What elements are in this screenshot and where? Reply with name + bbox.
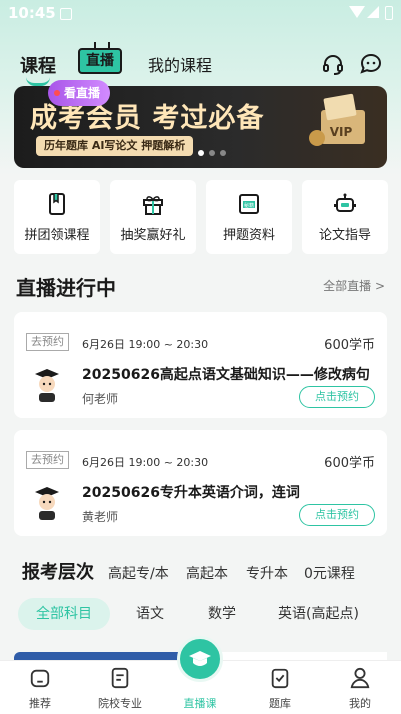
subject-filter: 全部科目 语文 数学 英语(高起点) xyxy=(18,598,388,632)
tabbar-mine[interactable]: 我的 xyxy=(320,661,400,714)
message-icon[interactable] xyxy=(359,52,383,76)
tabbar-question-bank[interactable]: 题库 xyxy=(240,661,320,714)
subject-math[interactable]: 数学 xyxy=(208,598,236,630)
clipboard-check-icon xyxy=(271,668,289,689)
quick-entry-exam-materials[interactable]: 秘籍 押题资料 xyxy=(206,180,292,254)
top-nav: 课程 直播 我的课程 xyxy=(0,44,401,86)
level-option[interactable]: 专升本 xyxy=(246,563,288,583)
teacher-avatar-icon xyxy=(35,369,59,402)
quick-entry-label: 抽奖赢好礼 xyxy=(120,228,186,243)
tabbar-label: 院校专业 xyxy=(98,697,142,710)
sim-icon xyxy=(60,8,72,20)
subject-english[interactable]: 英语(高起点) xyxy=(278,598,359,630)
tab-my-courses[interactable]: 我的课程 xyxy=(148,52,212,76)
watch-live-badge[interactable]: 看直播 xyxy=(48,80,111,106)
tab-course[interactable]: 课程 xyxy=(20,52,56,86)
book-button[interactable]: 点击预约 xyxy=(299,504,375,526)
subject-chinese[interactable]: 语文 xyxy=(136,598,164,630)
document-icon: 秘籍 xyxy=(239,194,259,214)
levels-title: 报考层次 xyxy=(22,562,94,583)
banner-pagination xyxy=(198,141,231,160)
book-icon xyxy=(49,193,65,215)
robot-icon xyxy=(334,193,356,212)
book-button[interactable]: 点击预约 xyxy=(299,386,375,408)
all-live-link[interactable]: 全部直播 > xyxy=(323,277,385,294)
vip-text: VIP xyxy=(330,125,353,139)
home-icon xyxy=(30,669,50,688)
level-option[interactable]: 高起本 xyxy=(186,563,228,583)
headset-icon[interactable] xyxy=(321,52,345,76)
level-option[interactable]: 0元课程 xyxy=(304,563,355,583)
live-time: 6月26日 19:00 ~ 20:30 xyxy=(82,338,209,351)
live-course-fab[interactable] xyxy=(177,636,223,682)
subject-all[interactable]: 全部科目 xyxy=(18,598,110,630)
tabbar-label: 题库 xyxy=(269,697,291,710)
reserve-tag: 去预约 xyxy=(26,333,69,351)
live-title: 20250626高起点语文基础知识——修改病句 xyxy=(82,367,370,383)
status-bar: 10:45 xyxy=(0,0,401,28)
school-icon xyxy=(111,667,129,689)
quick-entry-label: 拼团领课程 xyxy=(24,228,90,243)
reserve-tag: 去预约 xyxy=(26,451,69,469)
live-teacher: 何老师 xyxy=(82,392,119,406)
tabbar-label: 直播课 xyxy=(183,697,217,710)
live-time: 6月26日 19:00 ~ 20:30 xyxy=(82,456,209,469)
level-option[interactable]: 高起专/本 xyxy=(108,563,169,583)
graduation-cap-icon xyxy=(189,651,211,666)
live-card[interactable]: 去预约 6月26日 19:00 ~ 20:30 600学币 20250626高起… xyxy=(14,312,387,418)
tabbar-recommend[interactable]: 推荐 xyxy=(0,661,80,714)
banner-subline: 历年题库 AI写论文 押题解析 xyxy=(36,136,194,156)
pagination-dot xyxy=(220,150,226,156)
user-icon xyxy=(350,667,370,689)
document-icon-text: 秘籍 xyxy=(244,202,254,209)
status-time: 10:45 xyxy=(8,4,56,22)
pagination-dot xyxy=(209,150,215,156)
tab-live[interactable]: 直播 xyxy=(78,48,122,74)
quick-entry-group-course[interactable]: 拼团领课程 xyxy=(14,180,100,254)
tabbar-label: 推荐 xyxy=(29,697,51,710)
battery-icon xyxy=(385,6,393,20)
wifi-icon xyxy=(349,6,365,18)
live-card[interactable]: 去预约 6月26日 19:00 ~ 20:30 600学币 20250626专升… xyxy=(14,430,387,536)
live-section-title: 直播进行中 xyxy=(16,276,116,300)
quick-entry-thesis[interactable]: 论文指导 xyxy=(302,180,388,254)
quick-entry-lottery[interactable]: 抽奖赢好礼 xyxy=(110,180,196,254)
live-teacher: 黄老师 xyxy=(82,510,119,524)
live-price: 600学币 xyxy=(324,338,375,353)
signal-icon xyxy=(367,6,379,18)
gift-icon xyxy=(143,196,163,215)
vip-box-icon: VIP xyxy=(309,93,365,146)
quick-entry-label: 论文指导 xyxy=(318,228,371,243)
pagination-dot xyxy=(198,150,204,156)
live-title: 20250626专升本英语介词，连词 xyxy=(82,485,300,501)
quick-entry-label: 押题资料 xyxy=(222,228,275,243)
tabbar-label: 我的 xyxy=(349,697,371,710)
live-price: 600学币 xyxy=(324,456,375,471)
quick-entries: 拼团领课程 抽奖赢好礼 秘籍 押题资料 论文指导 xyxy=(14,180,388,256)
teacher-avatar-icon xyxy=(35,487,59,520)
tabbar-schools[interactable]: 院校专业 xyxy=(80,661,160,714)
